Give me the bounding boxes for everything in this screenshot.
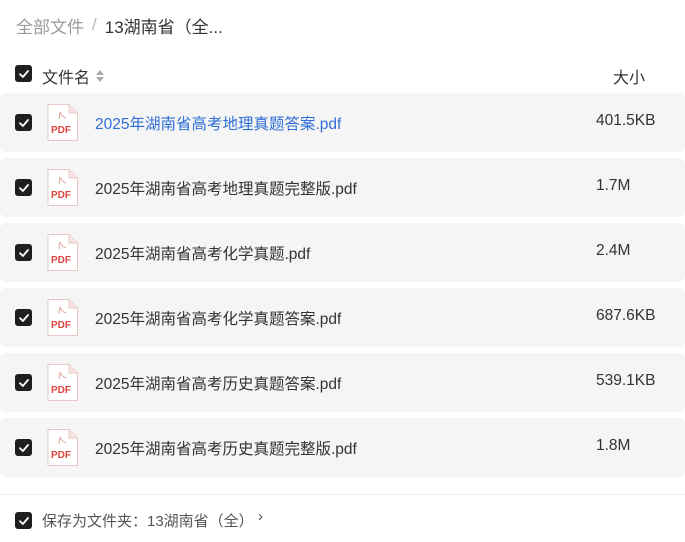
save-as-folder-label: 保存为文件夹：13湖南省（全） [42,513,254,530]
save-as-folder-checkbox[interactable] [15,512,32,529]
pdf-icon-label: PDF [51,125,71,136]
file-row[interactable]: PDF 2025年湖南省高考化学真题答案.pdf 687.6KB [0,288,685,347]
checkmark-icon [18,313,29,322]
file-name[interactable]: 2025年湖南省高考化学真题答案.pdf [95,307,341,329]
file-size: 539.1KB [596,372,656,389]
file-checkbox[interactable] [15,309,32,326]
breadcrumb: 全部文件 / 13湖南省（全... [16,12,223,38]
breadcrumb-root-link[interactable]: 全部文件 [16,13,84,38]
file-size: 401.5KB [596,112,656,129]
size-column-header: 大小 [613,70,646,87]
file-checkbox[interactable] [15,179,32,196]
pdf-icon-label: PDF [51,255,71,266]
file-row[interactable]: PDF 2025年湖南省高考化学真题.pdf 2.4M [0,223,685,282]
chevron-right-icon[interactable]: › [258,508,263,525]
file-row[interactable]: PDF 2025年湖南省高考地理真题答案.pdf 401.5KB [0,93,685,152]
file-name[interactable]: 2025年湖南省高考地理真题答案.pdf [95,112,341,134]
file-size: 1.7M [596,177,631,194]
file-size: 1.8M [596,437,631,454]
file-size: 2.4M [596,242,631,259]
pdf-file-icon: PDF [47,364,78,401]
file-checkbox[interactable] [15,114,32,131]
pdf-file-icon: PDF [47,429,78,466]
name-column-label: 文件名 [42,70,91,87]
checkmark-icon [18,516,29,525]
file-name[interactable]: 2025年湖南省高考地理真题完整版.pdf [95,177,357,199]
breadcrumb-separator: / [92,15,97,34]
file-row[interactable]: PDF 2025年湖南省高考地理真题完整版.pdf 1.7M [0,158,685,217]
checkmark-icon [18,248,29,257]
file-row[interactable]: PDF 2025年湖南省高考历史真题答案.pdf 539.1KB [0,353,685,412]
pdf-file-icon: PDF [47,104,78,141]
pdf-icon-label: PDF [51,385,71,396]
select-all-checkbox[interactable] [15,65,32,82]
checkmark-icon [18,443,29,452]
name-column-header[interactable]: 文件名 [42,64,105,88]
file-checkbox[interactable] [15,439,32,456]
file-row[interactable]: PDF 2025年湖南省高考历史真题完整版.pdf 1.8M [0,418,685,477]
checkmark-icon [18,69,29,78]
pdf-file-icon: PDF [47,299,78,336]
sort-icon[interactable] [96,70,105,82]
checkmark-icon [18,183,29,192]
file-checkbox[interactable] [15,244,32,261]
breadcrumb-current-folder: 13湖南省（全... [104,17,223,37]
pdf-icon-label: PDF [51,190,71,201]
file-list-header: 文件名 大小 [0,58,685,90]
checkmark-icon [18,378,29,387]
file-size: 687.6KB [596,307,656,324]
file-name[interactable]: 2025年湖南省高考历史真题完整版.pdf [95,437,357,459]
pdf-file-icon: PDF [47,169,78,206]
file-name[interactable]: 2025年湖南省高考化学真题.pdf [95,242,310,264]
file-name[interactable]: 2025年湖南省高考历史真题答案.pdf [95,372,341,394]
file-checkbox[interactable] [15,374,32,391]
checkmark-icon [18,118,29,127]
pdf-icon-label: PDF [51,450,71,461]
pdf-icon-label: PDF [51,320,71,331]
pdf-file-icon: PDF [47,234,78,271]
save-folder-bar: 保存为文件夹：13湖南省（全） › [0,494,685,542]
